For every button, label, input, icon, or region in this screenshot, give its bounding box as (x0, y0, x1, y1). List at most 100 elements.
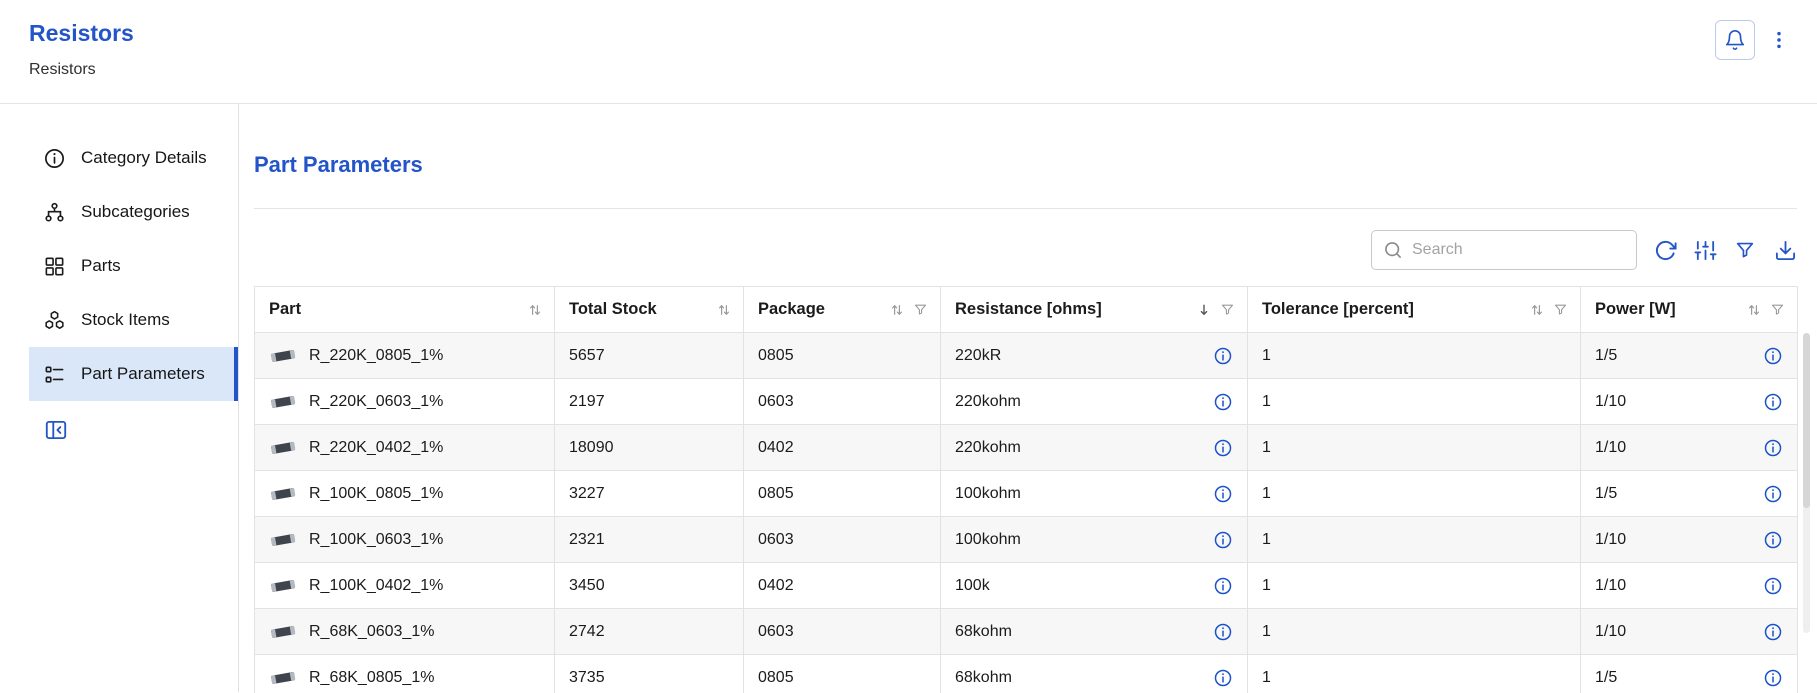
info-icon[interactable] (1213, 346, 1233, 366)
tolerance-value: 1 (1262, 485, 1271, 503)
sidebar-item-parts[interactable]: Parts (29, 239, 238, 293)
filter-button[interactable] (1733, 238, 1757, 262)
breadcrumb[interactable]: Resistors (29, 61, 96, 79)
column-header-total-stock[interactable]: Total Stock (555, 287, 744, 333)
refresh-button[interactable] (1653, 238, 1677, 262)
table-row[interactable]: R_100K_0603_1% 2321 0603 100kohm 1 1/10 (255, 517, 1798, 563)
filter-icon[interactable] (1553, 302, 1568, 317)
sidebar-item-label: Parts (81, 256, 121, 276)
part-thumbnail[interactable] (269, 624, 297, 639)
resistor-chip-icon (269, 670, 297, 685)
power-value: 1/5 (1595, 669, 1617, 687)
info-icon[interactable] (1213, 576, 1233, 596)
table-row[interactable]: R_100K_0805_1% 3227 0805 100kohm 1 1/5 (255, 471, 1798, 517)
download-icon (1774, 239, 1797, 262)
part-thumbnail[interactable] (269, 532, 297, 547)
filter-icon[interactable] (1770, 302, 1785, 317)
table-row[interactable]: R_68K_0603_1% 2742 0603 68kohm 1 1/10 (255, 609, 1798, 655)
part-thumbnail[interactable] (269, 670, 297, 685)
table-scrollbar[interactable] (1803, 333, 1810, 633)
part-name[interactable]: R_220K_0402_1% (309, 439, 443, 457)
power-cell: 1/5 (1581, 333, 1798, 379)
total-stock-cell: 3227 (555, 471, 744, 517)
part-name[interactable]: R_220K_0805_1% (309, 347, 443, 365)
sidebar-item-label: Stock Items (81, 310, 170, 330)
notifications-button[interactable] (1715, 20, 1755, 60)
part-thumbnail[interactable] (269, 486, 297, 501)
sort-icon[interactable] (717, 303, 731, 317)
tolerance-value: 1 (1262, 531, 1271, 549)
table-wrap: Part Total Stock (254, 286, 1797, 693)
part-thumbnail[interactable] (269, 394, 297, 409)
info-icon[interactable] (1763, 484, 1783, 504)
resistance-value: 220kohm (955, 393, 1021, 411)
column-header-resistance[interactable]: Resistance [ohms] (941, 287, 1248, 333)
total-stock-cell: 2197 (555, 379, 744, 425)
part-name[interactable]: R_220K_0603_1% (309, 393, 443, 411)
search-box[interactable] (1371, 230, 1637, 270)
filter-icon (1734, 239, 1756, 261)
filter-icon[interactable] (913, 302, 928, 317)
sidebar-item-subcategories[interactable]: Subcategories (29, 185, 238, 239)
section-divider (254, 208, 1797, 209)
info-icon[interactable] (1213, 438, 1233, 458)
sort-icon[interactable] (890, 303, 904, 317)
info-icon[interactable] (1763, 622, 1783, 642)
resistance-value: 220kR (955, 347, 1001, 365)
info-icon[interactable] (1763, 392, 1783, 412)
tolerance-cell: 1 (1248, 471, 1581, 517)
part-name[interactable]: R_100K_0603_1% (309, 531, 443, 549)
part-thumbnail[interactable] (269, 440, 297, 455)
resistance-cell: 68kohm (941, 655, 1248, 693)
info-icon[interactable] (1763, 438, 1783, 458)
table-row[interactable]: R_68K_0805_1% 3735 0805 68kohm 1 1/5 (255, 655, 1798, 693)
column-header-power[interactable]: Power [W] (1581, 287, 1798, 333)
scrollbar-thumb[interactable] (1803, 333, 1810, 508)
info-icon[interactable] (1213, 622, 1233, 642)
sidebar-item-category-details[interactable]: Category Details (29, 131, 238, 185)
table-row[interactable]: R_220K_0603_1% 2197 0603 220kohm 1 1/10 (255, 379, 1798, 425)
column-header-tolerance[interactable]: Tolerance [percent] (1248, 287, 1581, 333)
export-button[interactable] (1773, 238, 1797, 262)
part-name[interactable]: R_68K_0603_1% (309, 623, 434, 641)
info-icon[interactable] (1763, 668, 1783, 688)
sort-icon[interactable] (1747, 303, 1761, 317)
info-icon[interactable] (1213, 392, 1233, 412)
search-input[interactable] (1412, 241, 1625, 259)
info-icon[interactable] (1213, 530, 1233, 550)
resistor-chip-icon (269, 624, 297, 639)
resistor-chip-icon (269, 578, 297, 593)
part-cell: R_68K_0603_1% (255, 609, 555, 655)
resistor-chip-icon (269, 486, 297, 501)
info-icon[interactable] (1763, 346, 1783, 366)
package-value: 0402 (758, 577, 794, 595)
part-cell: R_68K_0805_1% (255, 655, 555, 693)
column-settings-button[interactable] (1693, 238, 1717, 262)
sort-icon[interactable] (1530, 303, 1544, 317)
part-name[interactable]: R_100K_0402_1% (309, 577, 443, 595)
info-icon[interactable] (1213, 668, 1233, 688)
table-row[interactable]: R_100K_0402_1% 3450 0402 100k 1 1/10 (255, 563, 1798, 609)
tolerance-cell: 1 (1248, 655, 1581, 693)
sidebar-item-part-parameters[interactable]: Part Parameters (29, 347, 238, 401)
sort-descending-icon[interactable] (1197, 303, 1211, 317)
part-name[interactable]: R_100K_0805_1% (309, 485, 443, 503)
resistance-cell: 220kohm (941, 379, 1248, 425)
info-icon[interactable] (1213, 484, 1233, 504)
sidebar-collapse-button[interactable] (43, 417, 69, 443)
info-icon[interactable] (1763, 576, 1783, 596)
overflow-menu-button[interactable] (1767, 20, 1791, 60)
resistance-value: 68kohm (955, 669, 1012, 687)
sort-icon[interactable] (528, 303, 542, 317)
table-row[interactable]: R_220K_0402_1% 18090 0402 220kohm 1 1/10 (255, 425, 1798, 471)
column-header-package[interactable]: Package (744, 287, 941, 333)
filter-icon[interactable] (1220, 302, 1235, 317)
part-thumbnail[interactable] (269, 348, 297, 363)
column-header-part[interactable]: Part (255, 287, 555, 333)
table-row[interactable]: R_220K_0805_1% 5657 0805 220kR 1 1/5 (255, 333, 1798, 379)
package-value: 0805 (758, 347, 794, 365)
sidebar-item-stock-items[interactable]: Stock Items (29, 293, 238, 347)
part-thumbnail[interactable] (269, 578, 297, 593)
info-icon[interactable] (1763, 530, 1783, 550)
part-name[interactable]: R_68K_0805_1% (309, 669, 434, 687)
